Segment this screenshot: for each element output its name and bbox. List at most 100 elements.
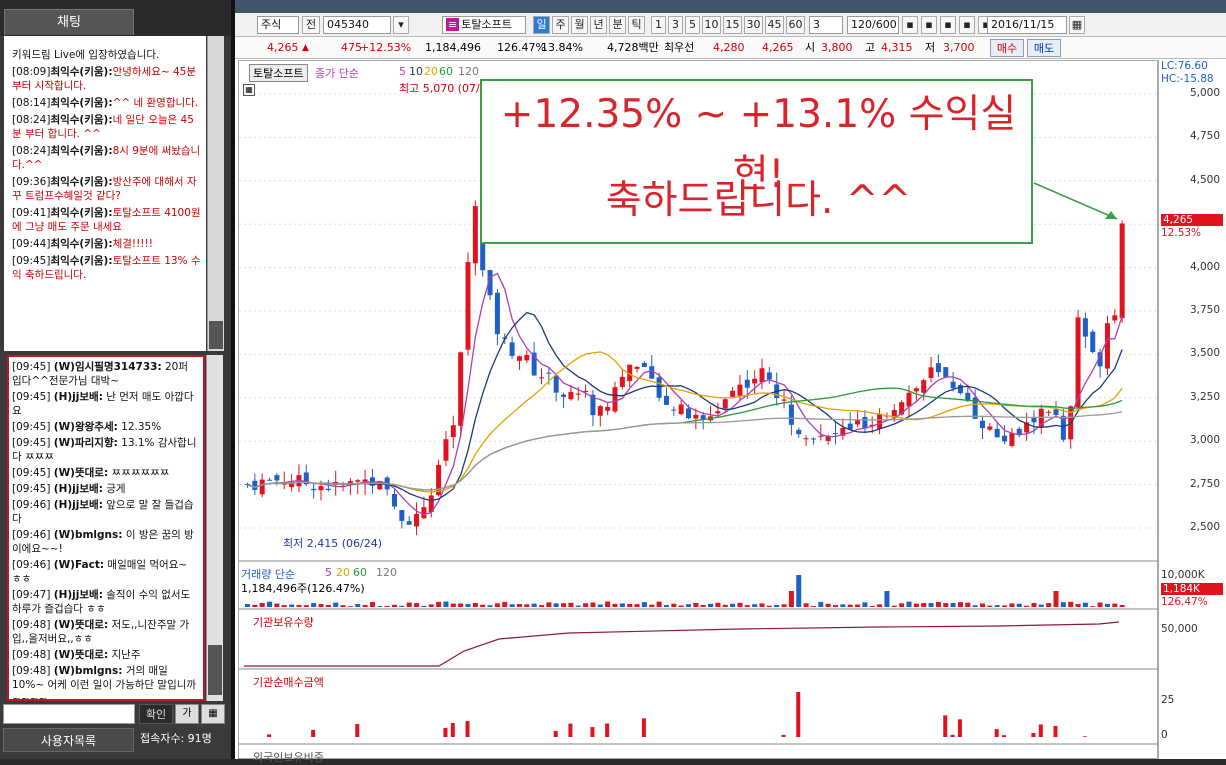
chat-message: [08:24]최익수(키움):네 일단 오늘은 45분 부터 합니다. ^^ — [12, 113, 202, 141]
volume-bar — [649, 604, 655, 607]
stock-code-input[interactable]: 045340 — [323, 16, 391, 34]
y-tick: 4,500 — [1189, 173, 1220, 186]
calendar-icon[interactable]: ▦ — [1069, 16, 1085, 34]
public-time: [09:47] — [12, 589, 51, 601]
candle — [311, 488, 317, 491]
candle — [347, 481, 353, 484]
interval-30[interactable]: 30 — [744, 16, 763, 34]
period-3[interactable]: 년 — [590, 16, 607, 34]
volume-bar — [259, 602, 265, 607]
candle — [671, 409, 677, 411]
volume-bar — [855, 604, 861, 607]
tool-button-2[interactable]: ▪ — [921, 16, 937, 34]
public-text: 지난주 — [111, 649, 141, 661]
keyboard-icon[interactable]: ▦ — [201, 704, 225, 724]
ma10-label: 10 — [409, 65, 423, 78]
volume-bar — [605, 601, 611, 607]
volume-bar — [568, 602, 574, 607]
volume-bar — [663, 605, 669, 607]
candle — [943, 367, 949, 378]
candle — [686, 408, 691, 419]
date-input[interactable]: 2016/11/15 — [987, 16, 1067, 34]
tool-button-3[interactable]: ▪ — [940, 16, 956, 34]
message-name: 최익수(키움): — [50, 238, 113, 250]
volume-bar — [1031, 602, 1037, 607]
message-name: 최익수(키움): — [50, 114, 113, 126]
market-type-select[interactable]: 주식 — [257, 16, 299, 34]
candle — [597, 406, 603, 416]
candle — [737, 384, 743, 396]
window-titlebar — [235, 0, 1226, 13]
interval-60[interactable]: 60 — [786, 16, 805, 34]
font-button[interactable]: 가 — [175, 704, 199, 724]
candle — [1009, 433, 1015, 446]
public-chat-message: [09:45] (W)파리지향: 13.1% 감사합니다 ㅉㅉㅉ — [12, 436, 200, 464]
volume-bar — [737, 602, 743, 607]
volume: 1,184,496 — [425, 41, 481, 54]
public-chat-scrollbar[interactable] — [206, 355, 223, 701]
volume-bar — [443, 601, 449, 607]
interval-1[interactable]: 1 — [651, 16, 666, 34]
volume-bar — [766, 605, 772, 607]
confirm-button[interactable]: 확인 — [139, 704, 173, 724]
interval-5[interactable]: 5 — [685, 16, 700, 34]
tool-button-1[interactable]: ▪ — [902, 16, 918, 34]
period-0[interactable]: 일 — [533, 16, 550, 34]
volume-bar — [972, 605, 978, 607]
volume-bar — [546, 602, 552, 607]
public-text: ㅉㅉㅉㅉㅉㅉ — [111, 467, 170, 479]
volume-bar — [708, 603, 714, 607]
y-tick: 2,500 — [1189, 521, 1220, 533]
net-buy-bar — [355, 724, 360, 737]
period-select[interactable]: 3 — [809, 16, 843, 34]
sell-button[interactable]: 매도 — [1027, 39, 1061, 57]
volume-bar — [414, 603, 420, 607]
message-time: [08:24] — [12, 145, 51, 157]
period-5[interactable]: 틱 — [628, 16, 645, 34]
candle — [1053, 409, 1059, 415]
candle — [921, 380, 927, 393]
interval-3[interactable]: 3 — [668, 16, 683, 34]
user-list-button[interactable]: 사용자목록 — [3, 728, 134, 752]
tool-button-4[interactable]: ▪ — [959, 16, 975, 34]
chat-scrollbar[interactable] — [207, 36, 224, 351]
volume-bar — [502, 601, 508, 607]
volume-bar — [524, 604, 530, 607]
volume-bar — [634, 604, 640, 607]
interval-45[interactable]: 45 — [765, 16, 784, 34]
ma-line — [247, 410, 1123, 491]
volume-bar — [847, 604, 853, 607]
candle — [458, 352, 464, 426]
candle — [641, 362, 647, 367]
chart-plot-area[interactable]: 토탈소프트 종가 단순 5 10 20 60 120 ▦ 최고 5,070 (0… — [238, 60, 1159, 764]
candle — [619, 376, 625, 387]
count-input[interactable]: 120/600 — [847, 16, 899, 34]
interval-15[interactable]: 15 — [723, 16, 742, 34]
volume-bar — [436, 601, 442, 607]
net-buy-bar — [796, 692, 801, 737]
period-4[interactable]: 분 — [609, 16, 626, 34]
search-icon[interactable]: ▾ — [393, 16, 409, 34]
candle — [913, 388, 919, 392]
period-1[interactable]: 주 — [552, 16, 569, 34]
ma120-label: 120 — [458, 65, 479, 78]
grid-icon[interactable]: ▦ — [243, 84, 255, 96]
chart-toolbar: 주식 전 045340 ▾ ≡ 토탈소프트 일 주 월 년 분 틱 1 3 5 10 15 30 45 60… — [235, 13, 1226, 37]
institution-holdings-label: 기관보유수량 — [253, 616, 314, 629]
volume-bar — [913, 603, 919, 607]
chat-input[interactable] — [3, 704, 135, 724]
candle — [1046, 411, 1052, 413]
period-2[interactable]: 월 — [571, 16, 588, 34]
volume-bar — [619, 603, 625, 607]
interval-10[interactable]: 10 — [702, 16, 721, 34]
prev-button[interactable]: 전 — [302, 16, 320, 34]
chart-stock-label: 토탈소프트 — [249, 64, 308, 82]
buy-button[interactable]: 매수 — [990, 39, 1024, 57]
net-buy-bar — [1031, 732, 1036, 737]
chat-message: [09:36]최익수(키움):방산주에 대해서 자꾸 트럼프수혜일것 같다? — [12, 175, 202, 203]
public-name: (H)jj보배: — [53, 483, 103, 495]
tab-chat[interactable]: 채팅 — [4, 9, 134, 35]
volume-bar — [245, 604, 250, 607]
candle — [355, 480, 361, 482]
volume-bar — [480, 604, 486, 607]
